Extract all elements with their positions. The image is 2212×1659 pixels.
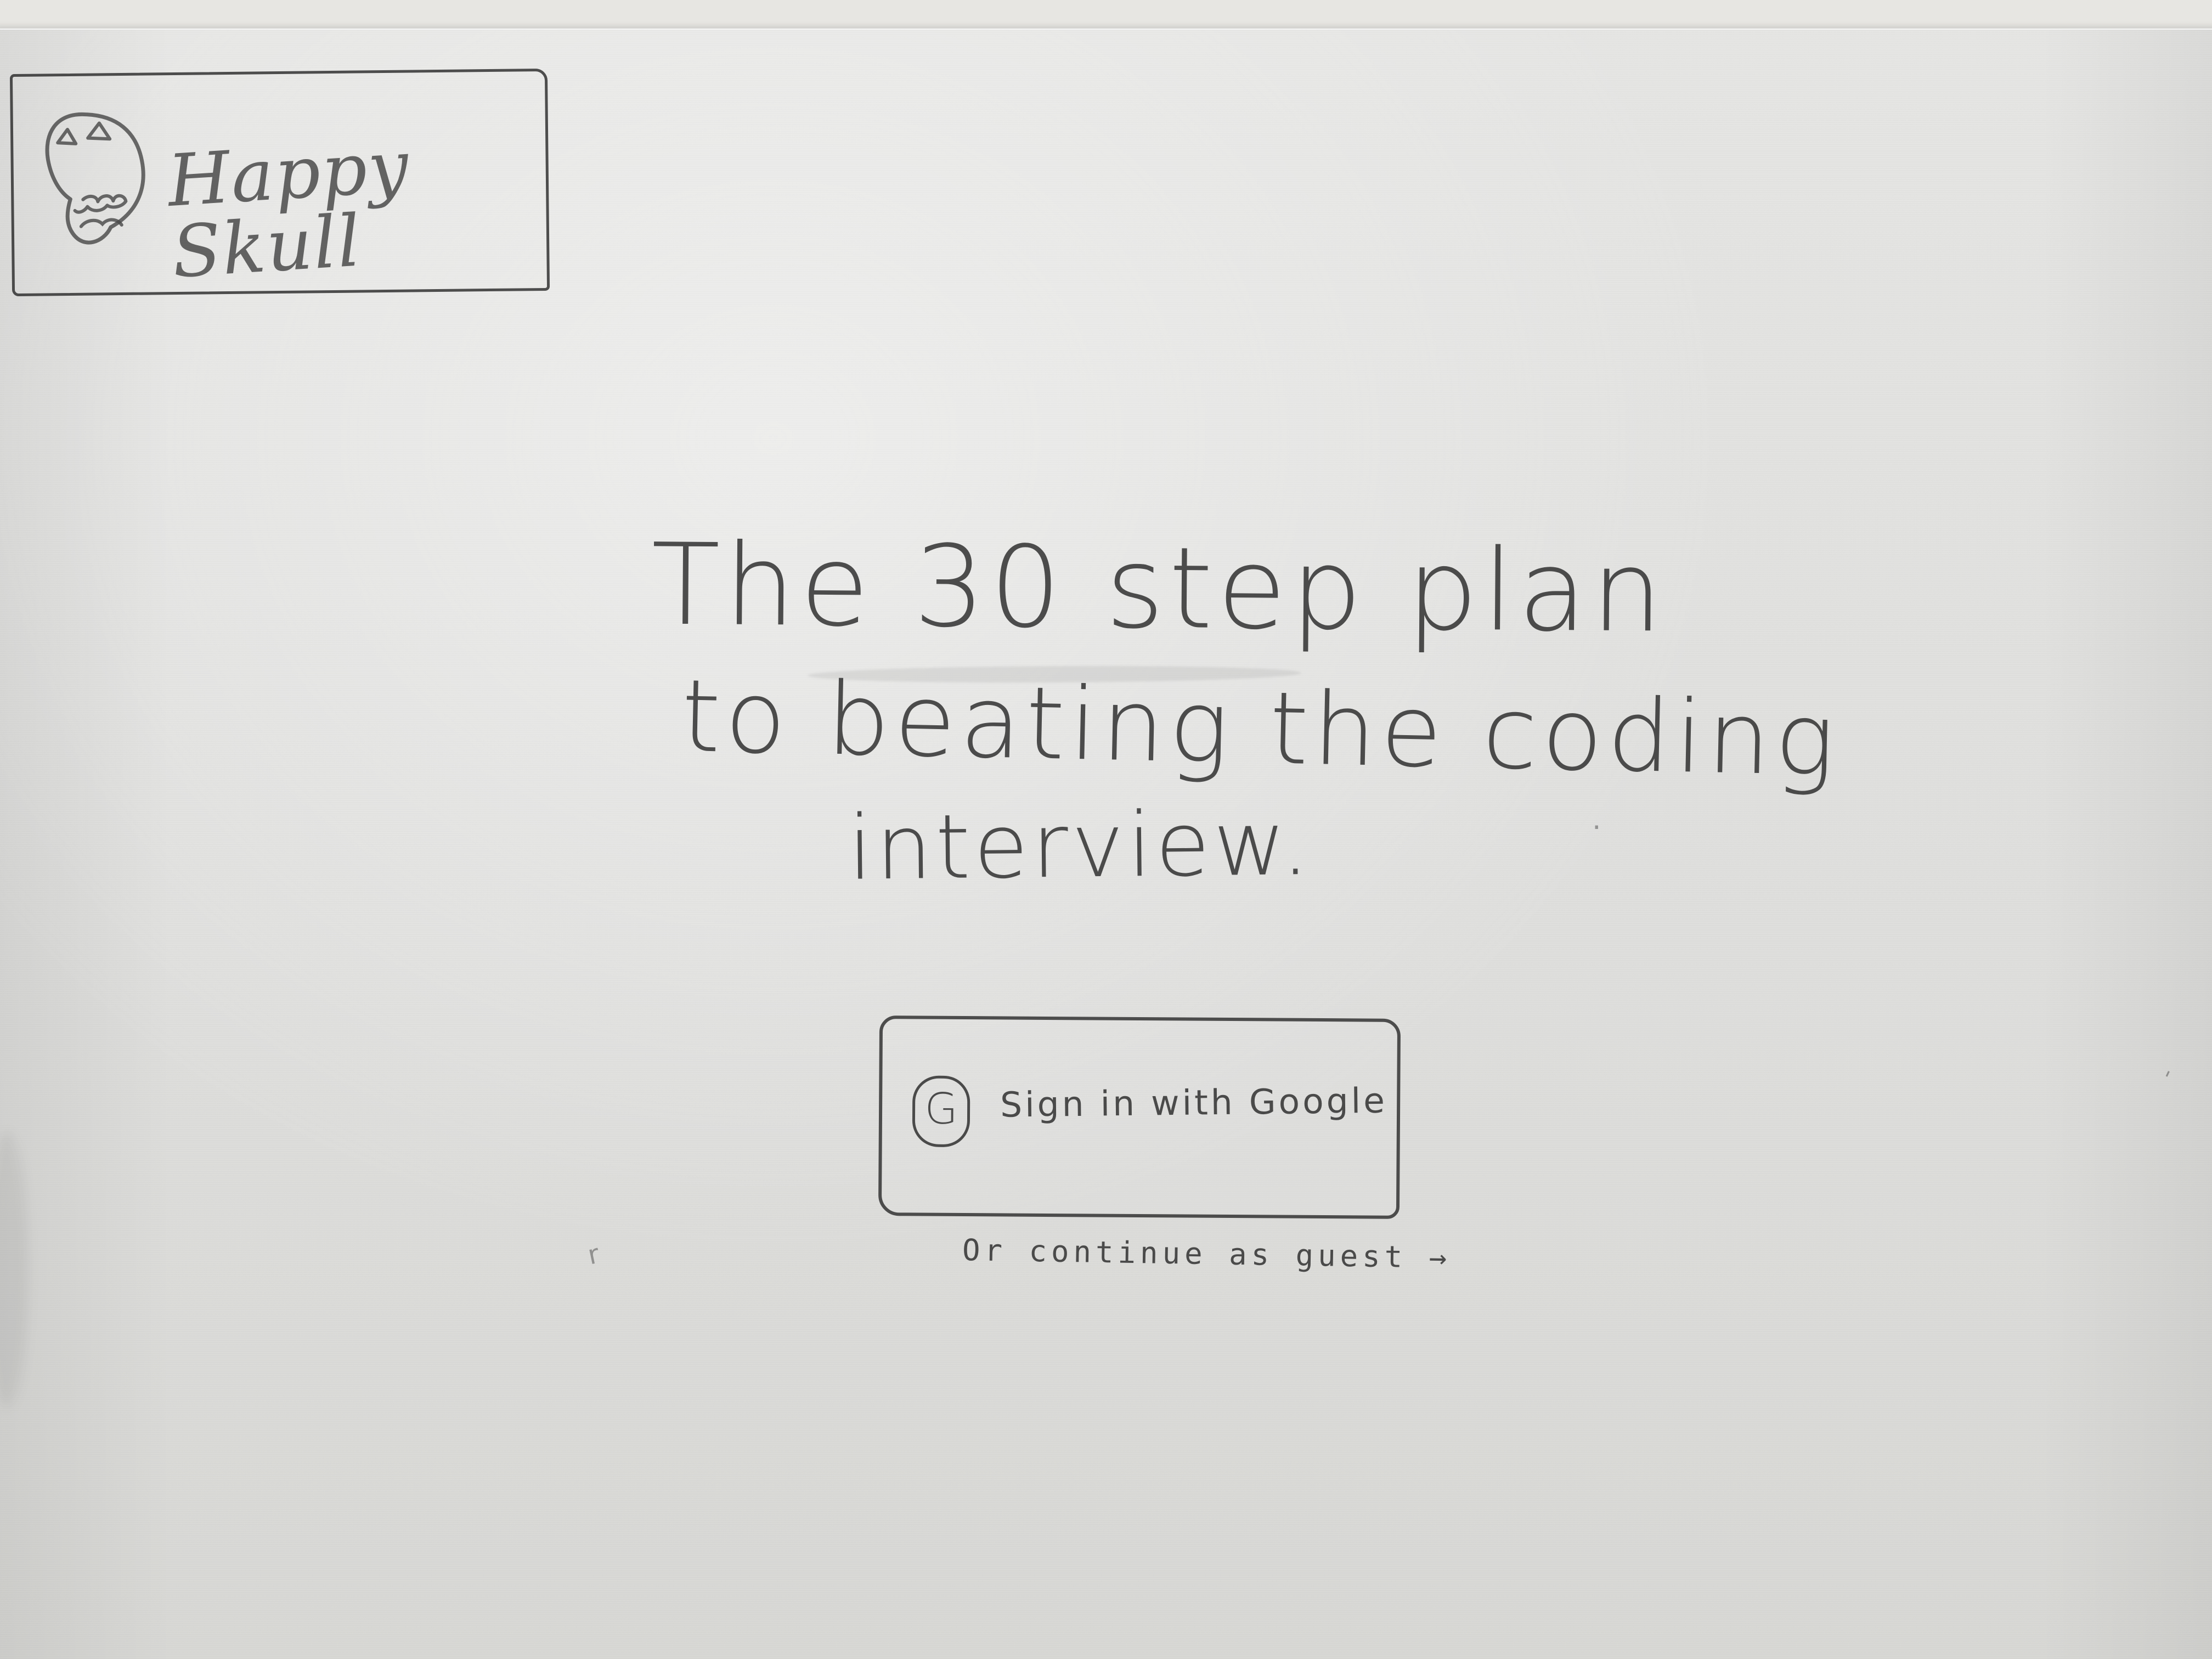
photographed-wireframe-page: Happy Skull The 30 step plan to beating … [0,0,2212,1659]
hero-line-2: to beating the coding [680,657,1841,799]
brand-logo-container[interactable]: Happy Skull [9,68,550,297]
skull-icon [45,112,145,245]
guest-link-label: Or continue as guest [962,1233,1407,1274]
hero-line-3: interview. [847,792,1313,900]
right-arrow-icon: → [1429,1240,1452,1275]
stray-pencil-mark-right: ' [2158,1066,2174,1091]
google-icon: G [912,1075,970,1148]
paper-sheet: Happy Skull The 30 step plan to beating … [0,29,2212,1659]
google-sign-in-button[interactable]: G Sign in with Google [878,1015,1401,1219]
brand-name: Happy Skull [165,124,412,294]
paper-edge-shadow [0,1132,29,1407]
continue-as-guest-link[interactable]: Or continue as guest → [962,1233,1452,1275]
hero-heading: The 30 step plan to beating the coding i… [651,520,1840,900]
google-sign-in-label: Sign in with Google [1000,1080,1388,1125]
stray-pencil-mark-left: r [585,1238,602,1271]
hero-line-1: The 30 step plan [651,520,1668,658]
